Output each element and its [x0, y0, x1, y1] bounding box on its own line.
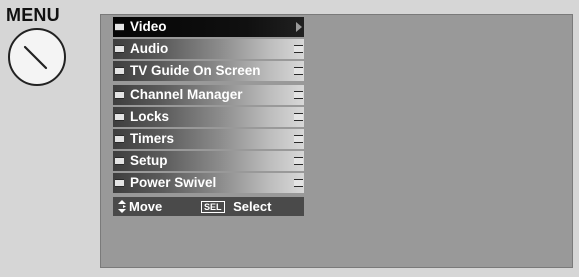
item-notch-icon [294, 45, 303, 53]
item-notch-icon [115, 113, 124, 121]
menu-item-label: Timers [130, 131, 175, 146]
item-notch-icon [115, 91, 124, 99]
menu-item-channel-manager[interactable]: Channel Manager [113, 85, 304, 105]
menu-item-timers[interactable]: Timers [113, 129, 304, 149]
item-notch-icon [294, 113, 303, 121]
item-notch-icon [294, 179, 303, 187]
help-move-label: Move [129, 199, 163, 214]
menu-item-setup[interactable]: Setup [113, 151, 304, 171]
help-select-label: Select [233, 199, 272, 214]
help-bar: Move SEL Select [113, 197, 304, 216]
item-notch-icon [294, 91, 303, 99]
main-menu-list: Video Audio TV Guide On Screen Channel M… [113, 17, 304, 195]
menu-item-label: Power Swivel [130, 175, 217, 190]
item-notch-icon [294, 157, 303, 165]
menu-dial-icon [8, 28, 66, 86]
menu-item-label: TV Guide On Screen [130, 63, 261, 78]
menu-item-label: Audio [130, 41, 169, 56]
menu-item-locks[interactable]: Locks [113, 107, 304, 127]
help-select-group: SEL Select [201, 197, 271, 216]
item-notch-icon [115, 23, 124, 31]
item-notch-icon [115, 45, 124, 53]
menu-item-tv-guide[interactable]: TV Guide On Screen [113, 61, 304, 81]
item-notch-icon [294, 67, 303, 75]
menu-title: MENU [6, 5, 60, 25]
menu-item-video[interactable]: Video [113, 17, 304, 37]
right-arrow-icon [296, 22, 302, 32]
menu-item-label: Locks [130, 109, 170, 124]
menu-item-label: Channel Manager [130, 87, 243, 102]
up-down-arrow-icon [118, 200, 126, 213]
item-notch-icon [115, 67, 124, 75]
item-notch-icon [115, 135, 124, 143]
item-notch-icon [115, 179, 124, 187]
sel-key-icon: SEL [201, 201, 225, 213]
menu-item-label: Video [130, 19, 167, 34]
menu-item-audio[interactable]: Audio [113, 39, 304, 59]
item-notch-icon [294, 135, 303, 143]
menu-item-label: Setup [130, 153, 168, 168]
menu-item-power-swivel[interactable]: Power Swivel [113, 173, 304, 193]
item-notch-icon [115, 157, 124, 165]
